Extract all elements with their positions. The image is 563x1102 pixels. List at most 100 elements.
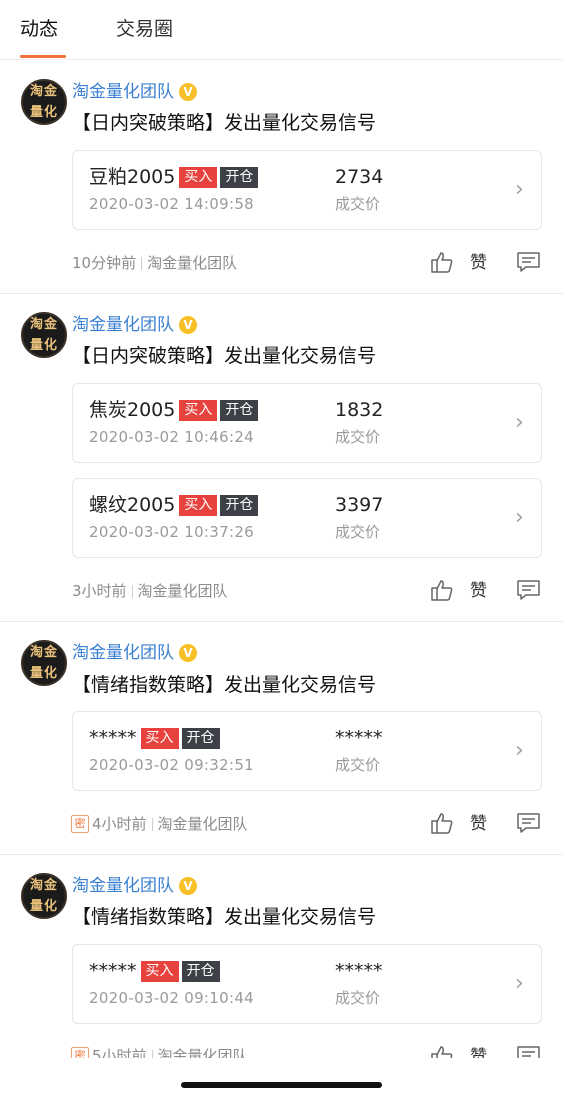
signal-card[interactable]: 螺纹2005 买入 开仓 2020-03-02 10:37:26 3397 成交… bbox=[72, 478, 542, 558]
post-meta: 10分钟前 淘金量化团队 bbox=[72, 253, 237, 273]
buy-tag: 买入 bbox=[179, 166, 218, 188]
verified-badge-icon: V bbox=[179, 83, 197, 101]
author-name-text: 淘金量化团队 bbox=[72, 876, 174, 896]
price-label: 成交价 bbox=[335, 989, 381, 1007]
thumbs-up-icon[interactable] bbox=[430, 579, 454, 601]
open-position-tag: 开仓 bbox=[220, 494, 259, 516]
buy-tag: 买入 bbox=[140, 960, 179, 982]
signal-time: 2020-03-02 14:09:58 bbox=[89, 195, 255, 213]
meta-separator bbox=[131, 584, 133, 598]
avatar-text-top: 淘金 bbox=[29, 83, 58, 99]
top-tab-bar: 动态 交易圈 bbox=[0, 0, 563, 60]
meta-separator bbox=[141, 256, 143, 270]
tab-dynamics[interactable]: 动态 bbox=[20, 16, 58, 42]
signal-time: 2020-03-02 10:37:26 bbox=[89, 523, 255, 541]
author-name-text: 淘金量化团队 bbox=[72, 643, 174, 663]
thumbs-up-icon[interactable] bbox=[430, 812, 454, 834]
open-position-tag: 开仓 bbox=[220, 399, 259, 421]
author-name-text: 淘金量化团队 bbox=[72, 315, 174, 335]
post-time-ago: 4小时前 bbox=[92, 815, 147, 833]
instrument-name: 豆粕2005 bbox=[89, 166, 176, 188]
verified-badge-icon: V bbox=[179, 644, 197, 662]
avatar-text-bottom: 量化 bbox=[29, 898, 58, 914]
buy-tag: 买入 bbox=[140, 727, 179, 749]
verified-badge-icon: V bbox=[179, 316, 197, 334]
avatar-text-bottom: 量化 bbox=[29, 104, 58, 120]
post-meta: 3小时前 淘金量化团队 bbox=[72, 581, 228, 601]
post-time-ago: 10分钟前 bbox=[72, 254, 137, 272]
author-name[interactable]: 淘金量化团队 V bbox=[72, 314, 197, 336]
avatar-text-bottom: 量化 bbox=[29, 665, 58, 681]
avatar-text-top: 淘金 bbox=[29, 877, 58, 893]
author-name-text: 淘金量化团队 bbox=[72, 82, 174, 102]
post-source[interactable]: 淘金量化团队 bbox=[147, 253, 237, 273]
signal-instrument: ***** 买入 开仓 bbox=[89, 726, 220, 750]
buy-tag: 买入 bbox=[179, 399, 218, 421]
post-headline: 【日内突破策略】发出量化交易信号 bbox=[72, 345, 377, 367]
signal-time: 2020-03-02 09:32:51 bbox=[89, 756, 255, 774]
comment-icon[interactable] bbox=[516, 579, 541, 601]
chevron-right-icon: › bbox=[515, 410, 524, 435]
signal-card[interactable]: 焦炭2005 买入 开仓 2020-03-02 10:46:24 1832 成交… bbox=[72, 383, 542, 463]
home-indicator[interactable] bbox=[181, 1082, 382, 1088]
avatar[interactable]: 淘金 量化 bbox=[21, 79, 67, 125]
price-label: 成交价 bbox=[335, 428, 381, 446]
chevron-right-icon: › bbox=[515, 971, 524, 996]
lock-badge-icon: 密 bbox=[71, 815, 89, 833]
price-label: 成交价 bbox=[335, 523, 381, 541]
tab-trading-circle[interactable]: 交易圈 bbox=[116, 16, 173, 42]
post-meta: 密 4小时前 淘金量化团队 bbox=[71, 814, 248, 834]
instrument-name: 焦炭2005 bbox=[89, 399, 176, 421]
avatar-text-bottom: 量化 bbox=[29, 337, 58, 353]
post-divider bbox=[0, 621, 563, 622]
author-name[interactable]: 淘金量化团队 V bbox=[72, 81, 197, 103]
signal-instrument: 螺纹2005 买入 开仓 bbox=[89, 493, 259, 517]
instrument-name: ***** bbox=[89, 960, 137, 982]
price-label: 成交价 bbox=[335, 195, 381, 213]
chevron-right-icon: › bbox=[515, 505, 524, 530]
signal-instrument: 焦炭2005 买入 开仓 bbox=[89, 398, 259, 422]
avatar[interactable]: 淘金 量化 bbox=[21, 640, 67, 686]
avatar-text-top: 淘金 bbox=[29, 316, 58, 332]
like-label[interactable]: 赞 bbox=[470, 813, 487, 835]
signal-price: 3397 bbox=[335, 494, 384, 516]
signal-price: ***** bbox=[335, 727, 383, 749]
post-source[interactable]: 淘金量化团队 bbox=[158, 814, 248, 834]
like-label[interactable]: 赞 bbox=[470, 252, 487, 274]
open-position-tag: 开仓 bbox=[220, 166, 259, 188]
open-position-tag: 开仓 bbox=[181, 727, 220, 749]
chevron-right-icon: › bbox=[515, 177, 524, 202]
comment-icon[interactable] bbox=[516, 251, 541, 273]
meta-separator bbox=[151, 817, 153, 831]
signal-card[interactable]: 豆粕2005 买入 开仓 2020-03-02 14:09:58 2734 成交… bbox=[72, 150, 542, 230]
thumbs-up-icon[interactable] bbox=[430, 251, 454, 273]
verified-badge-icon: V bbox=[179, 877, 197, 895]
signal-time: 2020-03-02 09:10:44 bbox=[89, 989, 255, 1007]
signal-instrument: 豆粕2005 买入 开仓 bbox=[89, 165, 259, 189]
open-position-tag: 开仓 bbox=[181, 960, 220, 982]
price-label: 成交价 bbox=[335, 756, 381, 774]
bottom-safe-area bbox=[0, 1058, 563, 1102]
avatar[interactable]: 淘金 量化 bbox=[21, 312, 67, 358]
post-time-ago: 3小时前 bbox=[72, 582, 127, 600]
post-divider bbox=[0, 854, 563, 855]
comment-icon[interactable] bbox=[516, 812, 541, 834]
avatar-text-top: 淘金 bbox=[29, 644, 58, 660]
post-headline: 【日内突破策略】发出量化交易信号 bbox=[72, 112, 377, 134]
signal-price: 1832 bbox=[335, 399, 384, 421]
buy-tag: 买入 bbox=[179, 494, 218, 516]
signal-time: 2020-03-02 10:46:24 bbox=[89, 428, 255, 446]
signal-card[interactable]: ***** 买入 开仓 2020-03-02 09:10:44 ***** 成交… bbox=[72, 944, 542, 1024]
active-tab-indicator bbox=[20, 55, 66, 58]
post-headline: 【情绪指数策略】发出量化交易信号 bbox=[72, 674, 377, 696]
author-name[interactable]: 淘金量化团队 V bbox=[72, 875, 197, 897]
signal-card[interactable]: ***** 买入 开仓 2020-03-02 09:32:51 ***** 成交… bbox=[72, 711, 542, 791]
like-label[interactable]: 赞 bbox=[470, 580, 487, 602]
post-divider bbox=[0, 293, 563, 294]
avatar[interactable]: 淘金 量化 bbox=[21, 873, 67, 919]
signal-instrument: ***** 买入 开仓 bbox=[89, 959, 220, 983]
post-source[interactable]: 淘金量化团队 bbox=[138, 581, 228, 601]
signal-price: ***** bbox=[335, 960, 383, 982]
post-headline: 【情绪指数策略】发出量化交易信号 bbox=[72, 906, 377, 928]
author-name[interactable]: 淘金量化团队 V bbox=[72, 642, 197, 664]
